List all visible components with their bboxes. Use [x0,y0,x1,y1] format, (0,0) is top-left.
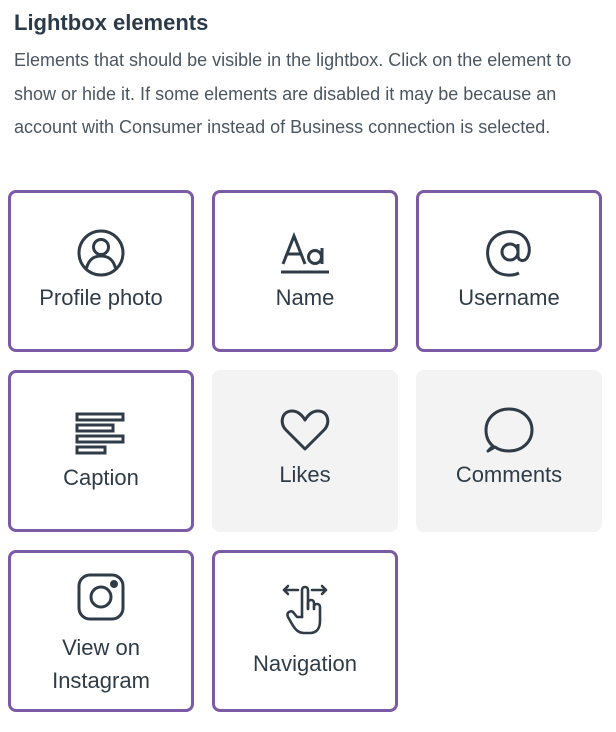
tile-navigation[interactable]: Navigation [212,550,398,712]
tile-caption[interactable]: Caption [8,370,194,532]
tile-username[interactable]: Username [416,190,602,352]
tile-profile-photo[interactable]: Profile photo [8,190,194,352]
text-lines-icon [75,407,127,459]
tile-likes: Likes [212,370,398,532]
tile-label: View on Instagram [11,631,191,697]
tile-label: Username [458,285,560,310]
tile-label: Comments [455,462,563,487]
instagram-icon [75,571,127,623]
tile-label: Profile photo [39,285,163,310]
text-aa-icon [279,227,331,279]
tile-label-line-1: View on [62,635,140,660]
tile-label: Caption [63,465,139,490]
tile-view-on-instagram[interactable]: View on Instagram [8,550,194,712]
swipe-hand-icon [279,583,331,635]
tile-label: Likes [279,462,331,487]
section-description: Elements that should be visible in the l… [14,50,572,137]
at-sign-icon [483,227,535,279]
tile-label-line-2: Instagram [52,668,150,693]
user-circle-icon [75,227,127,279]
heart-icon [279,404,331,456]
tile-name[interactable]: Name [212,190,398,352]
speech-bubble-icon [483,404,535,456]
tile-label: Name [275,285,335,310]
tile-label: Navigation [253,651,357,676]
tile-comments: Comments [416,370,602,532]
section-title: Lightbox elements [14,10,209,35]
